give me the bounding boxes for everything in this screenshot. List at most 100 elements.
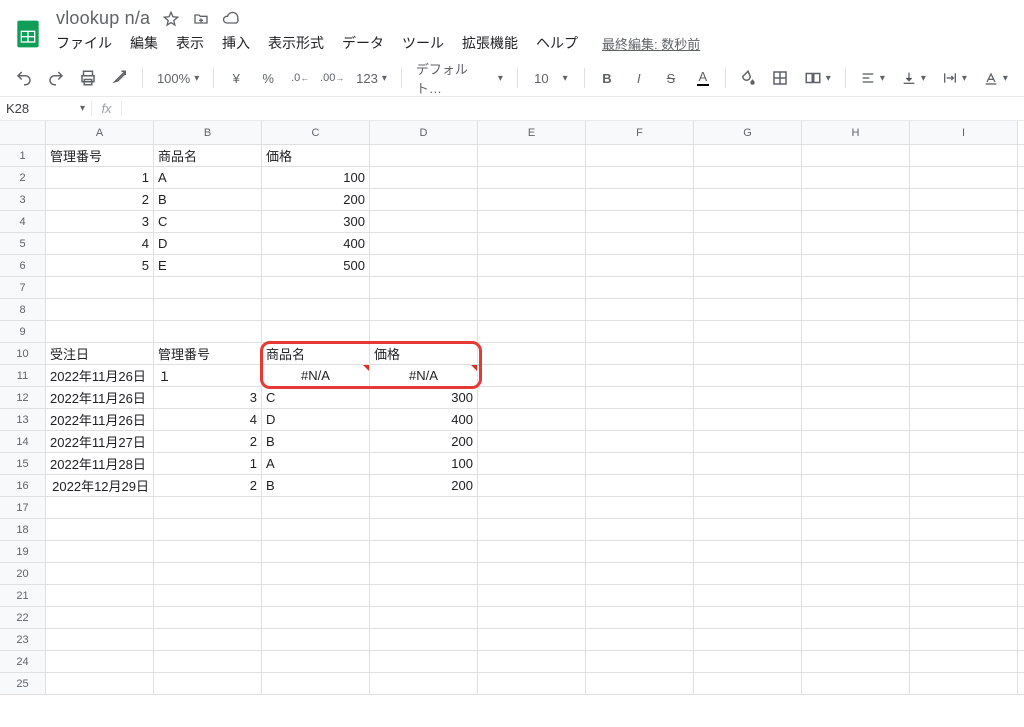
cell-I21[interactable] — [910, 585, 1018, 606]
col-header-E[interactable]: E — [478, 121, 586, 144]
cell-B21[interactable] — [154, 585, 262, 606]
cell-H1[interactable] — [802, 145, 910, 166]
cell-H3[interactable] — [802, 189, 910, 210]
cell-C15[interactable]: A — [262, 453, 370, 474]
col-header-H[interactable]: H — [802, 121, 910, 144]
cell-D3[interactable] — [370, 189, 478, 210]
cell-E24[interactable] — [478, 651, 586, 672]
cell-B16[interactable]: 2 — [154, 475, 262, 496]
cell-H23[interactable] — [802, 629, 910, 650]
cell-F9[interactable] — [586, 321, 694, 342]
row-header-18[interactable]: 18 — [0, 519, 46, 540]
col-header-F[interactable]: F — [586, 121, 694, 144]
cell-G8[interactable] — [694, 299, 802, 320]
cell-F19[interactable] — [586, 541, 694, 562]
cell-C23[interactable] — [262, 629, 370, 650]
cell-H2[interactable] — [802, 167, 910, 188]
row-header-13[interactable]: 13 — [0, 409, 46, 430]
cell-G14[interactable] — [694, 431, 802, 452]
cell-C12[interactable]: C — [262, 387, 370, 408]
cell-B10[interactable]: 管理番号 — [154, 343, 262, 364]
cell-D21[interactable] — [370, 585, 478, 606]
italic-button[interactable]: I — [625, 64, 653, 92]
cell-B23[interactable] — [154, 629, 262, 650]
cell-B5[interactable]: D — [154, 233, 262, 254]
cell-A16[interactable]: 2022年12月29日 — [46, 475, 154, 496]
row-header-21[interactable]: 21 — [0, 585, 46, 606]
cell-A13[interactable]: 2022年11月26日 — [46, 409, 154, 430]
cell-H17[interactable] — [802, 497, 910, 518]
cell-I6[interactable] — [910, 255, 1018, 276]
cell-B20[interactable] — [154, 563, 262, 584]
cell-C19[interactable] — [262, 541, 370, 562]
cell-D7[interactable] — [370, 277, 478, 298]
cell-G24[interactable] — [694, 651, 802, 672]
cell-F6[interactable] — [586, 255, 694, 276]
row-header-2[interactable]: 2 — [0, 167, 46, 188]
cell-I17[interactable] — [910, 497, 1018, 518]
cell-E2[interactable] — [478, 167, 586, 188]
cell-D25[interactable] — [370, 673, 478, 694]
cell-F11[interactable] — [586, 365, 694, 386]
col-header-A[interactable]: A — [46, 121, 154, 144]
text-color-button[interactable]: A — [689, 64, 717, 92]
cell-E19[interactable] — [478, 541, 586, 562]
cell-G7[interactable] — [694, 277, 802, 298]
cell-B24[interactable] — [154, 651, 262, 672]
row-header-20[interactable]: 20 — [0, 563, 46, 584]
cell-A10[interactable]: 受注日 — [46, 343, 154, 364]
cell-B3[interactable]: B — [154, 189, 262, 210]
cell-E14[interactable] — [478, 431, 586, 452]
col-header-I[interactable]: I — [910, 121, 1018, 144]
cell-G10[interactable] — [694, 343, 802, 364]
cell-E6[interactable] — [478, 255, 586, 276]
currency-button[interactable]: ¥ — [222, 64, 250, 92]
cell-B7[interactable] — [154, 277, 262, 298]
row-header-1[interactable]: 1 — [0, 145, 46, 166]
cell-A18[interactable] — [46, 519, 154, 540]
cell-C8[interactable] — [262, 299, 370, 320]
row-header-5[interactable]: 5 — [0, 233, 46, 254]
cell-I24[interactable] — [910, 651, 1018, 672]
cell-H20[interactable] — [802, 563, 910, 584]
row-header-16[interactable]: 16 — [0, 475, 46, 496]
cell-F16[interactable] — [586, 475, 694, 496]
cell-A20[interactable] — [46, 563, 154, 584]
cell-G25[interactable] — [694, 673, 802, 694]
cell-I25[interactable] — [910, 673, 1018, 694]
cell-A11[interactable]: 2022年11月26日 — [46, 365, 154, 386]
cell-E11[interactable] — [478, 365, 586, 386]
cell-B25[interactable] — [154, 673, 262, 694]
row-header-17[interactable]: 17 — [0, 497, 46, 518]
cell-B17[interactable] — [154, 497, 262, 518]
cell-G6[interactable] — [694, 255, 802, 276]
cell-E13[interactable] — [478, 409, 586, 430]
cell-C17[interactable] — [262, 497, 370, 518]
cell-E4[interactable] — [478, 211, 586, 232]
cell-A2[interactable]: 1 — [46, 167, 154, 188]
cell-H7[interactable] — [802, 277, 910, 298]
cell-E10[interactable] — [478, 343, 586, 364]
cell-I3[interactable] — [910, 189, 1018, 210]
cell-E18[interactable] — [478, 519, 586, 540]
cell-I4[interactable] — [910, 211, 1018, 232]
cell-D17[interactable] — [370, 497, 478, 518]
strikethrough-button[interactable]: S — [657, 64, 685, 92]
menu-view[interactable]: 表示 — [176, 33, 204, 53]
cell-C3[interactable]: 200 — [262, 189, 370, 210]
percent-button[interactable]: % — [254, 64, 282, 92]
cell-D8[interactable] — [370, 299, 478, 320]
cell-A23[interactable] — [46, 629, 154, 650]
cell-D2[interactable] — [370, 167, 478, 188]
vertical-align-button[interactable]: ▾ — [895, 64, 932, 92]
row-header-7[interactable]: 7 — [0, 277, 46, 298]
cell-E21[interactable] — [478, 585, 586, 606]
cell-D9[interactable] — [370, 321, 478, 342]
cell-B18[interactable] — [154, 519, 262, 540]
cell-C1[interactable]: 価格 — [262, 145, 370, 166]
cell-I2[interactable] — [910, 167, 1018, 188]
cell-H24[interactable] — [802, 651, 910, 672]
row-header-3[interactable]: 3 — [0, 189, 46, 210]
star-icon[interactable] — [162, 10, 180, 28]
cell-H21[interactable] — [802, 585, 910, 606]
